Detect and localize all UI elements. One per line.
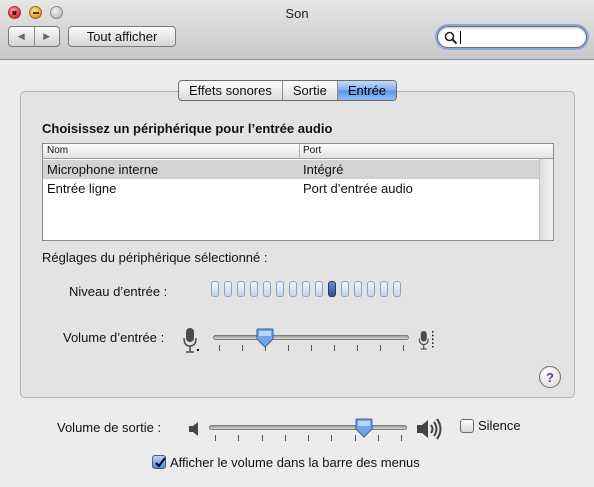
slider-tick [401,435,402,441]
chevron-right-icon: ▶ [43,31,51,41]
slider-knob[interactable] [256,328,274,348]
table-row-line-in[interactable]: Entrée ligne Port d’entrée audio [43,179,539,198]
mute-checkbox[interactable] [460,419,474,433]
slider-tick [377,435,379,441]
speaker-low-icon [189,422,198,436]
level-segment [289,281,297,297]
level-segment [237,281,245,297]
microphone-high-icon [418,331,434,350]
input-volume-slider[interactable] [213,328,409,355]
microphone-low-icon [183,328,199,353]
level-segment [224,281,232,297]
table-header: Nom Port [43,144,553,159]
slider-tick [403,345,404,351]
level-segment [328,281,336,297]
slider-ticks [213,345,409,351]
show-volume-in-menu-bar-checkbox[interactable] [152,455,166,469]
table-row-internal-microphone[interactable]: Microphone interne Intégré [43,160,539,179]
navigation-buttons: ◀ ▶ [8,26,60,47]
slider-tick [261,435,263,441]
level-segment [315,281,323,297]
slider-tick [242,345,243,351]
level-segment [250,281,258,297]
input-volume-label: Volume d’entrée : [63,330,165,345]
level-segment [393,281,401,297]
level-segment [380,281,388,297]
checkmark-icon [155,457,166,468]
device-name: Entrée ligne [47,181,117,196]
output-volume-slider[interactable] [209,418,407,445]
device-port: Port d’entrée audio [303,181,413,196]
device-list-heading: Choisissez un périphérique pour l’entrée… [42,121,333,136]
slider-tick [308,435,309,441]
forward-button[interactable]: ▶ [33,27,60,46]
input-settings-group: Choisissez un périphérique pour l’entrée… [20,91,575,398]
sound-preferences-window: Son ◀ ▶ Tout afficher Effets sonores Sor… [0,0,594,487]
tab-sound-effects[interactable]: Effets sonores [179,81,282,100]
column-divider [299,144,300,159]
toolbar: Son ◀ ▶ Tout afficher [0,0,594,60]
slider-tick [311,345,312,351]
level-segment [263,281,271,297]
tab-output[interactable]: Sortie [281,81,337,100]
help-button[interactable]: ? [539,366,561,388]
level-segment [354,281,362,297]
output-volume-label: Volume de sortie : [57,420,162,435]
column-header-port[interactable]: Port [303,145,321,156]
device-name: Microphone interne [47,162,159,177]
slider-tick [357,345,358,351]
tab-bar: Effets sonores Sortie Entrée [178,80,398,101]
speaker-high-icon [417,418,442,440]
table-scrollbar[interactable] [539,159,553,240]
column-header-name[interactable]: Nom [47,145,68,156]
slider-tick [288,345,289,351]
slider-tick [331,435,333,441]
back-button[interactable]: ◀ [9,27,34,46]
slider-ticks [209,435,407,441]
level-segment [341,281,349,297]
window-title: Son [285,6,309,21]
question-mark-icon: ? [546,369,554,385]
show-volume-in-menu-bar-label: Afficher le volume dans la barre des men… [170,455,420,470]
tab-input[interactable]: Entrée [336,81,397,100]
level-segment [276,281,284,297]
device-port: Intégré [303,162,344,177]
slider-tick [219,345,220,351]
input-level-label: Niveau d’entrée : [69,284,168,299]
device-settings-heading: Réglages du périphérique sélectionné : [42,250,268,265]
search-field[interactable] [437,26,587,48]
input-level-meter [211,281,401,297]
slider-tick [380,345,381,351]
show-all-button[interactable]: Tout afficher [68,26,176,47]
level-segment [302,281,310,297]
search-icon [444,31,458,45]
level-segment [367,281,375,297]
mute-label: Silence [478,418,521,433]
chevron-left-icon: ◀ [17,31,25,41]
input-device-table: Nom Port Microphone interne Intégré Entr… [42,143,554,241]
slider-tick [284,435,286,441]
slider-track [209,425,407,430]
slider-knob[interactable] [355,418,373,438]
level-segment [211,281,219,297]
slider-tick [238,435,240,441]
slider-tick [215,435,216,441]
text-caret [460,31,461,44]
slider-track [213,335,409,340]
slider-tick [334,345,335,351]
